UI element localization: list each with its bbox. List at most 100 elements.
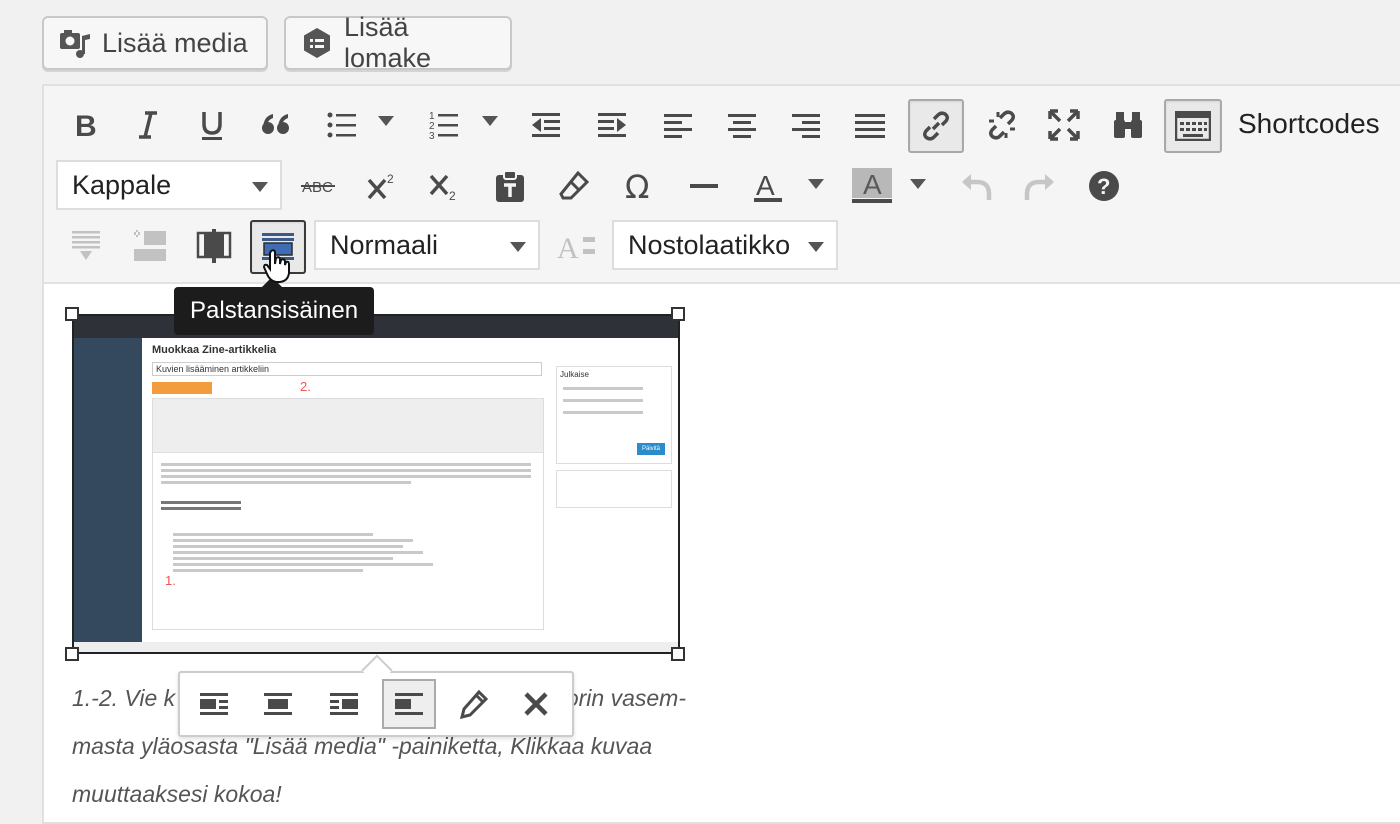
thumbnail-publish-panel: Julkaise Päivitä: [556, 366, 672, 464]
font-size-icon[interactable]: A: [552, 220, 604, 272]
subscript-icon[interactable]: 2: [418, 160, 470, 212]
thumbnail-sidebar: [74, 338, 142, 652]
editor-toolbar: B 123 Shortcodes Kappale ABC 2 2 Ω A A ?…: [44, 86, 1400, 284]
box-select[interactable]: Nostolaatikko: [612, 220, 838, 270]
thumbnail-publish-label: Julkaise: [560, 370, 589, 379]
format-select[interactable]: Kappale: [56, 160, 282, 210]
style-select-value: Normaali: [330, 229, 439, 260]
svg-text:Ω: Ω: [625, 171, 649, 201]
add-media-button[interactable]: Lisää media: [42, 16, 268, 70]
undo-icon[interactable]: [950, 160, 1002, 212]
thumbnail-update-button: Päivitä: [637, 443, 665, 455]
svg-text:B: B: [75, 110, 97, 140]
resize-handle-ne[interactable]: [671, 307, 685, 321]
svg-text:2: 2: [449, 189, 456, 201]
add-form-button[interactable]: Lisää lomake: [284, 12, 512, 73]
image-align-right-icon[interactable]: [318, 679, 370, 729]
chevron-down-icon: [808, 242, 824, 252]
form-icon: [300, 26, 334, 60]
editor: B 123 Shortcodes Kappale ABC 2 2 Ω A A ?…: [42, 84, 1400, 824]
unlink-icon[interactable]: [976, 99, 1028, 151]
numbered-list-dropdown[interactable]: [482, 116, 498, 126]
image-edit-icon[interactable]: [448, 679, 500, 729]
svg-text:A: A: [557, 232, 579, 261]
thumbnail-admin-bar: [74, 316, 678, 338]
thumbnail-editor-body: 1.: [152, 452, 544, 630]
box-select-value: Nostolaatikko: [628, 229, 791, 260]
thumbnail-heading: Muokkaa Zine-artikkelia: [152, 344, 277, 356]
two-column-icon[interactable]: [188, 220, 240, 272]
add-form-label: Lisää lomake: [344, 12, 432, 73]
italic-icon[interactable]: [122, 99, 174, 151]
image-remove-icon[interactable]: [510, 679, 562, 729]
link-icon[interactable]: [908, 99, 964, 153]
horizontal-line-icon[interactable]: [678, 160, 730, 212]
tooltip: Palstansisäinen: [174, 277, 375, 335]
thumbnail-marker-2: 2.: [300, 379, 311, 394]
shortcodes-icon[interactable]: [1164, 99, 1222, 153]
caption-line1-end: orin vasem-: [565, 685, 686, 711]
background-color-icon[interactable]: A: [846, 160, 898, 212]
thumbnail-footer: [74, 642, 678, 652]
image-align-center-icon[interactable]: [252, 679, 304, 729]
inserted-image[interactable]: Muokkaa Zine-artikkelia Kuvien lisäämine…: [72, 314, 680, 654]
redo-icon[interactable]: [1014, 160, 1066, 212]
bullet-list-icon[interactable]: [316, 99, 368, 151]
svg-text:A: A: [756, 170, 775, 201]
special-char-icon[interactable]: Ω: [614, 160, 666, 212]
insert-more-icon[interactable]: [60, 220, 112, 272]
thumbnail-toolbar: [152, 398, 544, 454]
chevron-down-icon: [252, 182, 268, 192]
editor-content[interactable]: Muokkaa Zine-artikkelia Kuvien lisäämine…: [44, 284, 1400, 822]
chevron-down-icon: [510, 242, 526, 252]
blockquote-icon[interactable]: [250, 99, 302, 151]
paste-text-icon[interactable]: [484, 160, 536, 212]
fullscreen-icon[interactable]: [1038, 99, 1090, 151]
align-right-icon[interactable]: [780, 99, 832, 151]
svg-text:A: A: [863, 169, 882, 200]
add-media-label: Lisää media: [102, 27, 248, 58]
svg-text:?: ?: [1097, 174, 1110, 199]
text-color-icon[interactable]: A: [742, 160, 794, 212]
chevron-down-icon: [482, 116, 498, 126]
image-align-none-icon[interactable]: [382, 679, 436, 729]
chevron-down-icon: [910, 179, 926, 189]
strikethrough-icon[interactable]: ABC: [292, 160, 344, 212]
background-color-dropdown[interactable]: [910, 179, 926, 189]
superscript-icon[interactable]: 2: [356, 160, 408, 212]
caption-line1-start: 1.-2. Vie k: [72, 685, 176, 711]
bold-icon[interactable]: B: [60, 99, 112, 151]
media-icon: [58, 26, 92, 60]
caption-line3: muuttaaksesi kokoa!: [72, 781, 282, 807]
svg-text:ABC: ABC: [302, 179, 333, 196]
clear-format-icon[interactable]: [548, 160, 600, 212]
thumbnail-box-panel: [556, 470, 672, 508]
chevron-down-icon: [808, 179, 824, 189]
numbered-list-icon[interactable]: 123: [418, 99, 470, 151]
thumbnail-media-button: [152, 382, 212, 394]
shortcodes-label[interactable]: Shortcodes: [1238, 108, 1380, 140]
image-toolbar: [178, 671, 574, 737]
help-icon[interactable]: ?: [1078, 160, 1130, 212]
insert-block-icon[interactable]: [124, 220, 176, 272]
find-icon[interactable]: [1102, 99, 1154, 151]
outdent-icon[interactable]: [520, 99, 572, 151]
svg-text:3: 3: [429, 131, 435, 140]
align-left-icon[interactable]: [652, 99, 704, 151]
chevron-down-icon: [378, 116, 394, 126]
style-select[interactable]: Normaali: [314, 220, 540, 270]
resize-handle-sw[interactable]: [65, 647, 79, 661]
resize-handle-nw[interactable]: [65, 307, 79, 321]
underline-icon[interactable]: [186, 99, 238, 151]
indent-icon[interactable]: [586, 99, 638, 151]
svg-text:2: 2: [387, 172, 394, 186]
text-color-dropdown[interactable]: [808, 179, 824, 189]
format-select-value: Kappale: [72, 169, 172, 200]
resize-handle-se[interactable]: [671, 647, 685, 661]
bullet-list-dropdown[interactable]: [378, 116, 394, 126]
thumbnail-marker-1: 1.: [165, 573, 176, 588]
image-align-left-icon[interactable]: [188, 679, 240, 729]
hand-cursor-icon: [262, 248, 294, 284]
align-center-icon[interactable]: [716, 99, 768, 151]
justify-icon[interactable]: [844, 99, 896, 151]
